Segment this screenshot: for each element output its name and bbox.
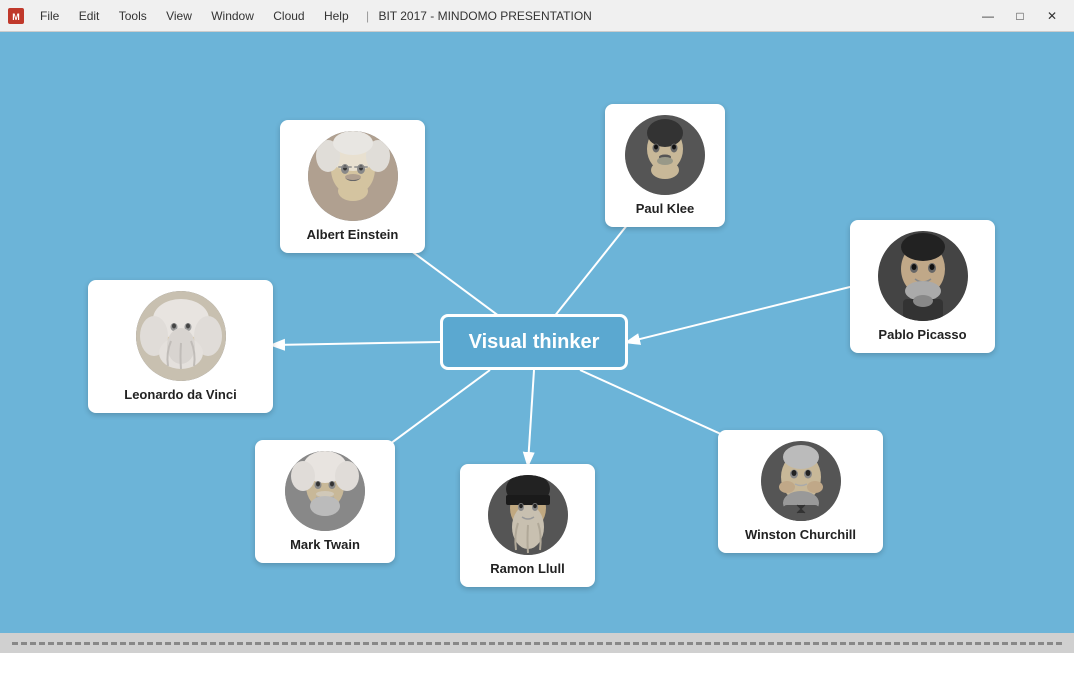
menu-bar-menu: File Edit Tools View Window Cloud Help |… bbox=[28, 9, 596, 23]
avatar-einstein bbox=[308, 131, 398, 221]
person-name-leonardo: Leonardo da Vinci bbox=[124, 387, 236, 402]
person-node-paulklee[interactable]: Paul Klee bbox=[605, 104, 725, 227]
person-node-leonardo[interactable]: Leonardo da Vinci bbox=[88, 280, 273, 413]
help-menu[interactable]: Help bbox=[316, 7, 357, 25]
person-name-marktwain: Mark Twain bbox=[290, 537, 360, 552]
cloud-menu[interactable]: Cloud bbox=[265, 7, 312, 25]
central-node[interactable]: Visual thinker bbox=[440, 314, 628, 370]
separator: | bbox=[360, 9, 375, 23]
person-node-marktwain[interactable]: Mark Twain bbox=[255, 440, 395, 563]
mind-map-canvas: Visual thinker bbox=[0, 32, 1074, 633]
close-button[interactable]: ✕ bbox=[1038, 6, 1066, 26]
person-name-paulklee: Paul Klee bbox=[636, 201, 695, 216]
person-name-picasso: Pablo Picasso bbox=[878, 327, 966, 342]
title-bar-controls: — □ ✕ bbox=[974, 6, 1066, 26]
app-title: BIT 2017 - MINDOMO PRESENTATION bbox=[378, 9, 591, 23]
title-bar-left: M File Edit Tools View Window Cloud Help… bbox=[8, 8, 596, 24]
scroll-track bbox=[12, 642, 1062, 645]
person-node-einstein[interactable]: Albert Einstein bbox=[280, 120, 425, 253]
person-node-ramon[interactable]: Ramon Llull bbox=[460, 464, 595, 587]
window-menu[interactable]: Window bbox=[203, 7, 262, 25]
minimize-button[interactable]: — bbox=[974, 6, 1002, 26]
person-name-winston: Winston Churchill bbox=[745, 527, 856, 542]
tools-menu[interactable]: Tools bbox=[111, 7, 155, 25]
bottom-scrollbar[interactable] bbox=[0, 633, 1074, 653]
person-name-ramon: Ramon Llull bbox=[490, 561, 564, 576]
avatar-picasso bbox=[878, 231, 968, 321]
person-node-winston[interactable]: Winston Churchill bbox=[718, 430, 883, 553]
avatar-winston bbox=[761, 441, 841, 521]
view-menu[interactable]: View bbox=[158, 7, 200, 25]
central-node-label: Visual thinker bbox=[469, 331, 600, 354]
title-bar: M File Edit Tools View Window Cloud Help… bbox=[0, 0, 1074, 32]
avatar-leonardo bbox=[136, 291, 226, 381]
maximize-button[interactable]: □ bbox=[1006, 6, 1034, 26]
svg-text:M: M bbox=[12, 12, 20, 22]
app-icon: M bbox=[8, 8, 24, 24]
file-menu[interactable]: File bbox=[32, 7, 67, 25]
edit-menu[interactable]: Edit bbox=[71, 7, 108, 25]
avatar-paulklee bbox=[625, 115, 705, 195]
person-node-picasso[interactable]: Pablo Picasso bbox=[850, 220, 995, 353]
person-name-einstein: Albert Einstein bbox=[307, 227, 399, 242]
avatar-ramon bbox=[488, 475, 568, 555]
avatar-marktwain bbox=[285, 451, 365, 531]
